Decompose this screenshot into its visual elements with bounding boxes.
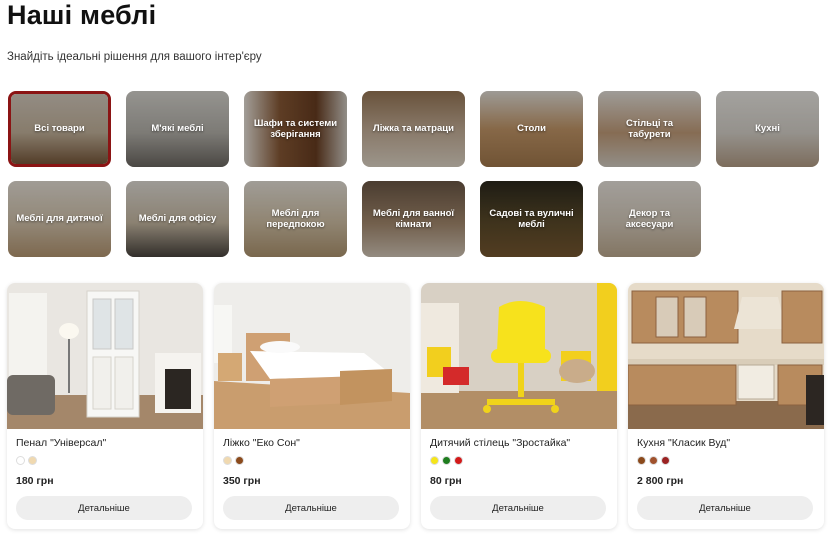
color-swatches bbox=[223, 456, 244, 465]
category-soft-furniture[interactable]: М'які меблі bbox=[126, 91, 229, 167]
color-swatches bbox=[430, 456, 463, 465]
color-swatch[interactable] bbox=[235, 456, 244, 465]
category-label: Меблі для дитячої bbox=[16, 213, 103, 225]
color-swatch[interactable] bbox=[16, 456, 25, 465]
category-garden-furniture[interactable]: Садові та вуличні меблі bbox=[480, 181, 583, 257]
product-card-kids-chair[interactable]: Дитячий стілець "Зростайка" 80 грн Детал… bbox=[421, 283, 617, 529]
color-swatch[interactable] bbox=[661, 456, 670, 465]
color-swatch[interactable] bbox=[223, 456, 232, 465]
product-name: Дитячий стілець "Зростайка" bbox=[430, 437, 571, 449]
category-label: Садові та вуличні меблі bbox=[489, 207, 574, 230]
color-swatch[interactable] bbox=[454, 456, 463, 465]
product-name: Ліжко "Еко Сон" bbox=[223, 437, 300, 449]
category-office-furniture[interactable]: Меблі для офісу bbox=[126, 181, 229, 257]
product-card-penal[interactable]: Пенал "Універсал" 180 грн Детальніше bbox=[7, 283, 203, 529]
details-button[interactable]: Детальніше bbox=[16, 496, 192, 520]
category-decor[interactable]: Декор та аксесуари bbox=[598, 181, 701, 257]
details-button[interactable]: Детальніше bbox=[430, 496, 606, 520]
color-swatches bbox=[16, 456, 37, 465]
color-swatch[interactable] bbox=[28, 456, 37, 465]
category-label: М'які меблі bbox=[151, 123, 204, 135]
page-subtitle: Знайдіть ідеальні рішення для вашого інт… bbox=[7, 51, 262, 63]
color-swatch[interactable] bbox=[649, 456, 658, 465]
category-label: Стільці та табурети bbox=[625, 117, 674, 140]
details-button[interactable]: Детальніше bbox=[223, 496, 399, 520]
category-label: Шафи та системи зберігання bbox=[253, 117, 338, 140]
product-price: 80 грн bbox=[430, 475, 462, 487]
category-label: Всі товари bbox=[34, 123, 85, 135]
category-label: Меблі для офісу bbox=[138, 213, 217, 225]
product-image bbox=[214, 283, 410, 429]
category-kids-furniture[interactable]: Меблі для дитячої bbox=[8, 181, 111, 257]
category-label: Меблі для передпокою bbox=[266, 207, 325, 230]
color-swatch[interactable] bbox=[637, 456, 646, 465]
color-swatches bbox=[637, 456, 670, 465]
category-label: Кухні bbox=[755, 123, 780, 135]
category-kitchens[interactable]: Кухні bbox=[716, 91, 819, 167]
color-swatch[interactable] bbox=[430, 456, 439, 465]
category-bathroom-furniture[interactable]: Меблі для ванної кімнати bbox=[362, 181, 465, 257]
product-card-kitchen[interactable]: Кухня "Класик Вуд" 2 800 грн Детальніше bbox=[628, 283, 824, 529]
category-beds[interactable]: Ліжка та матраци bbox=[362, 91, 465, 167]
category-chairs[interactable]: Стільці та табурети bbox=[598, 91, 701, 167]
product-image bbox=[421, 283, 617, 429]
color-swatch[interactable] bbox=[442, 456, 451, 465]
category-hallway-furniture[interactable]: Меблі для передпокою bbox=[244, 181, 347, 257]
product-image bbox=[628, 283, 824, 429]
product-name: Пенал "Універсал" bbox=[16, 437, 107, 449]
product-price: 350 грн bbox=[223, 475, 261, 487]
category-all-products[interactable]: Всі товари bbox=[8, 91, 111, 167]
page-title: Наші меблі bbox=[7, 0, 157, 30]
product-price: 180 грн bbox=[16, 475, 54, 487]
category-label: Ліжка та матраци bbox=[373, 123, 454, 135]
product-card-bed[interactable]: Ліжко "Еко Сон" 350 грн Детальніше bbox=[214, 283, 410, 529]
product-name: Кухня "Класик Вуд" bbox=[637, 437, 731, 449]
category-tables[interactable]: Столи bbox=[480, 91, 583, 167]
category-label: Меблі для ванної кімнати bbox=[372, 207, 455, 230]
category-label: Декор та аксесуари bbox=[625, 207, 674, 230]
product-image bbox=[7, 283, 203, 429]
details-button[interactable]: Детальніше bbox=[637, 496, 813, 520]
product-price: 2 800 грн bbox=[637, 475, 684, 487]
category-wardrobes[interactable]: Шафи та системи зберігання bbox=[244, 91, 347, 167]
category-label: Столи bbox=[517, 123, 546, 135]
